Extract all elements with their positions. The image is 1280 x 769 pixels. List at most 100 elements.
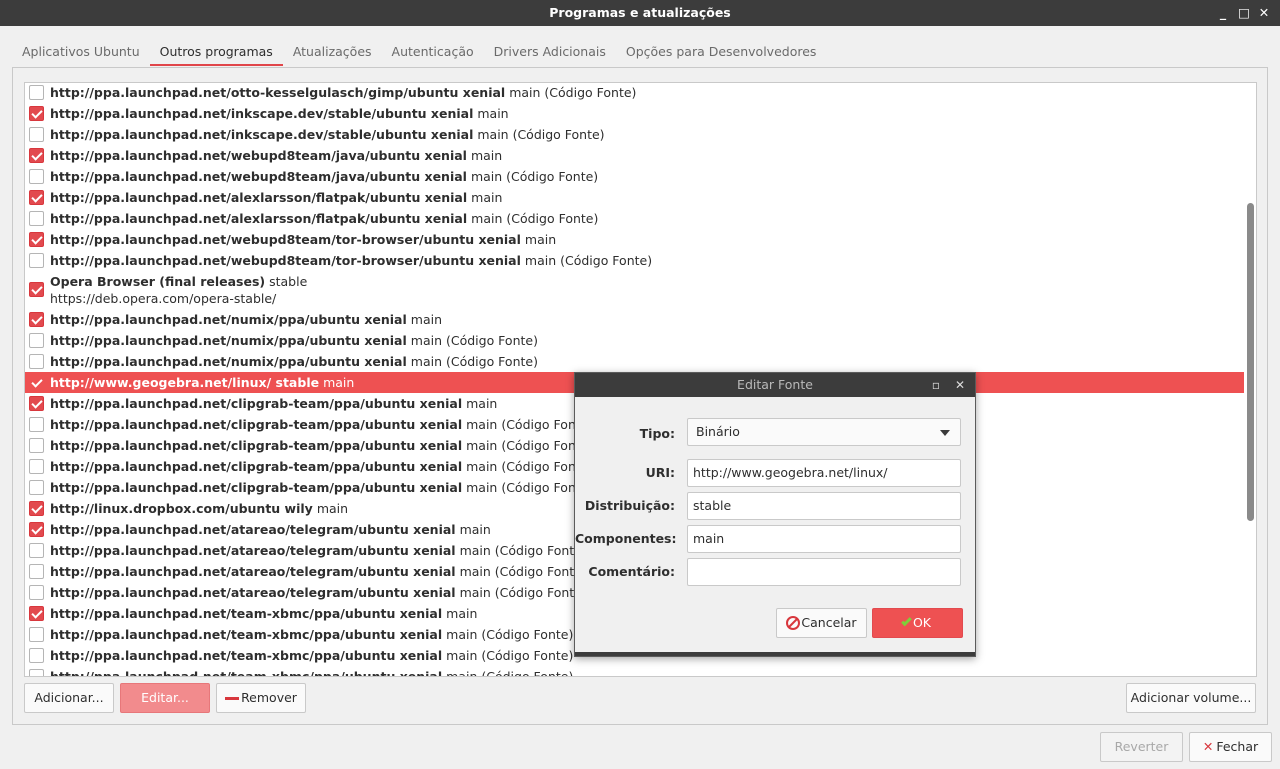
cancel-label: Cancelar [801, 615, 857, 630]
source-row[interactable]: http://ppa.launchpad.net/inkscape.dev/st… [25, 103, 1244, 124]
source-checkbox[interactable] [29, 564, 44, 579]
chevron-down-icon [940, 430, 950, 436]
maximize-icon[interactable]: □ [1234, 0, 1254, 26]
source-checkbox[interactable] [29, 522, 44, 537]
source-uri: http://ppa.launchpad.net/clipgrab-team/p… [50, 396, 463, 411]
source-components: main [466, 396, 498, 411]
source-components: main [316, 501, 349, 516]
edit-button[interactable]: Editar... [120, 683, 210, 713]
source-row[interactable]: http://ppa.launchpad.net/inkscape.dev/st… [25, 124, 1244, 145]
dialog-maximize-icon[interactable]: ▫ [927, 373, 945, 397]
uri-field[interactable]: http://www.geogebra.net/linux/ [687, 459, 961, 487]
source-uri: http://ppa.launchpad.net/atareao/telegra… [50, 522, 456, 537]
close-x-icon: ✕ [1202, 739, 1214, 754]
revert-button[interactable]: Reverter [1100, 732, 1183, 762]
tab-1[interactable]: Outros programas [149, 38, 283, 66]
source-components: main [470, 148, 503, 163]
tab-3[interactable]: Autenticação [382, 38, 484, 66]
source-row[interactable]: http://ppa.launchpad.net/otto-kesselgula… [25, 83, 1244, 103]
comment-field[interactable] [687, 558, 961, 586]
source-components: main (Código Fonte) [459, 585, 587, 600]
source-row[interactable]: http://ppa.launchpad.net/webupd8team/tor… [25, 250, 1244, 271]
minimize-icon[interactable]: _ [1213, 0, 1233, 26]
tab-2[interactable]: Atualizações [283, 38, 382, 66]
source-components: main [524, 232, 557, 247]
source-checkbox[interactable] [29, 438, 44, 453]
source-checkbox[interactable] [29, 627, 44, 642]
tab-0[interactable]: Aplicativos Ubuntu [12, 38, 150, 66]
tab-5[interactable]: Opções para Desenvolvedores [616, 38, 827, 66]
source-uri: http://ppa.launchpad.net/atareao/telegra… [50, 543, 456, 558]
source-components: main (Código Fonte) [509, 85, 637, 100]
source-checkbox[interactable] [29, 333, 44, 348]
source-checkbox[interactable] [29, 148, 44, 163]
close-button[interactable]: ✕ Fechar [1189, 732, 1272, 762]
source-checkbox[interactable] [29, 354, 44, 369]
source-row[interactable]: http://ppa.launchpad.net/numix/ppa/ubunt… [25, 309, 1244, 330]
ok-button[interactable]: OK [872, 608, 963, 638]
source-checkbox[interactable] [29, 501, 44, 516]
source-checkbox[interactable] [29, 396, 44, 411]
source-uri: http://ppa.launchpad.net/alexlarsson/fla… [50, 190, 468, 205]
source-components: main (Código Fonte) [446, 627, 574, 642]
source-checkbox[interactable] [29, 480, 44, 495]
dialog-title: Editar Fonte [737, 377, 813, 392]
source-checkbox[interactable] [29, 211, 44, 226]
close-label: Fechar [1216, 739, 1259, 754]
source-checkbox[interactable] [29, 375, 44, 390]
type-combo[interactable]: Binário [687, 418, 961, 446]
type-value: Binário [696, 424, 740, 439]
source-checkbox[interactable] [29, 253, 44, 268]
distribution-field[interactable]: stable [687, 492, 961, 520]
uri-label: URI: [645, 465, 675, 480]
source-checkbox[interactable] [29, 85, 44, 100]
source-row[interactable]: http://ppa.launchpad.net/team-xbmc/ppa/u… [25, 666, 1244, 677]
scrollbar-thumb[interactable] [1247, 203, 1254, 521]
source-checkbox[interactable] [29, 282, 44, 297]
source-components: stable [269, 274, 308, 289]
source-components: main (Código Fonte) [410, 354, 538, 369]
source-checkbox[interactable] [29, 459, 44, 474]
add-volume-button[interactable]: Adicionar volume... [1126, 683, 1256, 713]
source-row[interactable]: Opera Browser (final releases) stable htt… [25, 271, 1244, 309]
source-subtitle: https://deb.opera.com/opera-stable/ [50, 291, 277, 306]
source-uri: http://ppa.launchpad.net/clipgrab-team/p… [50, 459, 463, 474]
close-icon[interactable]: ✕ [1254, 0, 1274, 26]
source-checkbox[interactable] [29, 648, 44, 663]
source-checkbox[interactable] [29, 169, 44, 184]
source-checkbox[interactable] [29, 585, 44, 600]
source-checkbox[interactable] [29, 606, 44, 621]
source-uri: http://ppa.launchpad.net/numix/ppa/ubunt… [50, 354, 407, 369]
source-uri: http://ppa.launchpad.net/inkscape.dev/st… [50, 106, 474, 121]
add-button[interactable]: Adicionar... [24, 683, 114, 713]
remove-button[interactable]: Remover [216, 683, 306, 713]
dialog-titlebar: Editar Fonte ▫ ✕ [575, 373, 975, 397]
scrollbar[interactable] [1246, 83, 1254, 676]
source-checkbox[interactable] [29, 190, 44, 205]
source-components: main (Código Fonte) [477, 127, 605, 142]
source-row[interactable]: http://ppa.launchpad.net/numix/ppa/ubunt… [25, 351, 1244, 372]
source-row[interactable]: http://ppa.launchpad.net/webupd8team/jav… [25, 145, 1244, 166]
source-row[interactable]: http://ppa.launchpad.net/webupd8team/jav… [25, 166, 1244, 187]
source-components: main (Código Fonte) [446, 669, 574, 677]
source-uri: http://ppa.launchpad.net/webupd8team/tor… [50, 253, 521, 268]
source-checkbox[interactable] [29, 106, 44, 121]
source-checkbox[interactable] [29, 543, 44, 558]
dialog-close-icon[interactable]: ✕ [951, 373, 969, 397]
source-row[interactable]: http://ppa.launchpad.net/webupd8team/tor… [25, 229, 1244, 250]
source-checkbox[interactable] [29, 417, 44, 432]
tab-4[interactable]: Drivers Adicionais [484, 38, 616, 66]
cancel-button[interactable]: Cancelar [776, 608, 867, 638]
source-checkbox[interactable] [29, 127, 44, 142]
components-field[interactable]: main [687, 525, 961, 553]
source-row[interactable]: http://ppa.launchpad.net/numix/ppa/ubunt… [25, 330, 1244, 351]
source-checkbox[interactable] [29, 232, 44, 247]
source-row[interactable]: http://ppa.launchpad.net/alexlarsson/fla… [25, 208, 1244, 229]
comment-label: Comentário: [588, 564, 675, 579]
type-label: Tipo: [639, 426, 675, 441]
source-checkbox[interactable] [29, 669, 44, 676]
components-label: Componentes: [575, 531, 677, 546]
source-row[interactable]: http://ppa.launchpad.net/alexlarsson/fla… [25, 187, 1244, 208]
source-checkbox[interactable] [29, 312, 44, 327]
source-uri: http://ppa.launchpad.net/atareao/telegra… [50, 585, 456, 600]
